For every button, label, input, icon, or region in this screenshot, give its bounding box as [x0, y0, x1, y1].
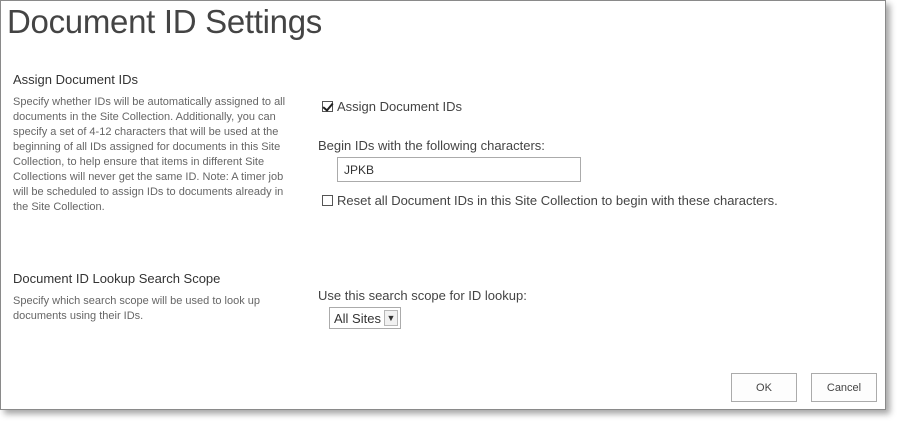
assign-section-title: Assign Document IDs [13, 72, 138, 87]
scope-section-title: Document ID Lookup Search Scope [13, 271, 221, 286]
assign-document-ids-label: Assign Document IDs [337, 99, 462, 114]
page-title: Document ID Settings [7, 3, 322, 40]
reset-document-ids-checkbox[interactable]: Reset all Document IDs in this Site Coll… [322, 193, 778, 208]
checkbox-unchecked-icon[interactable] [322, 195, 333, 206]
scope-section-description: Specify which search scope will be used … [13, 295, 261, 322]
document-id-settings-dialog: Document ID Settings Assign Document IDs… [0, 0, 886, 410]
reset-document-ids-label: Reset all Document IDs in this Site Coll… [337, 193, 778, 208]
search-scope-label: Use this search scope for ID lookup: [318, 288, 527, 303]
assign-section-description: Specify whether IDs will be automaticall… [13, 96, 286, 213]
search-scope-select[interactable]: All Sites ▼ [329, 307, 401, 329]
cancel-button[interactable]: Cancel [811, 373, 877, 402]
assign-document-ids-checkbox[interactable]: Assign Document IDs [322, 99, 462, 114]
checkbox-checked-icon[interactable] [322, 101, 333, 112]
ok-button[interactable]: OK [731, 373, 797, 402]
chevron-down-icon[interactable]: ▼ [384, 310, 398, 326]
begin-ids-label: Begin IDs with the following characters: [318, 138, 545, 153]
begin-ids-input[interactable] [337, 157, 581, 182]
search-scope-value: All Sites [334, 310, 381, 326]
